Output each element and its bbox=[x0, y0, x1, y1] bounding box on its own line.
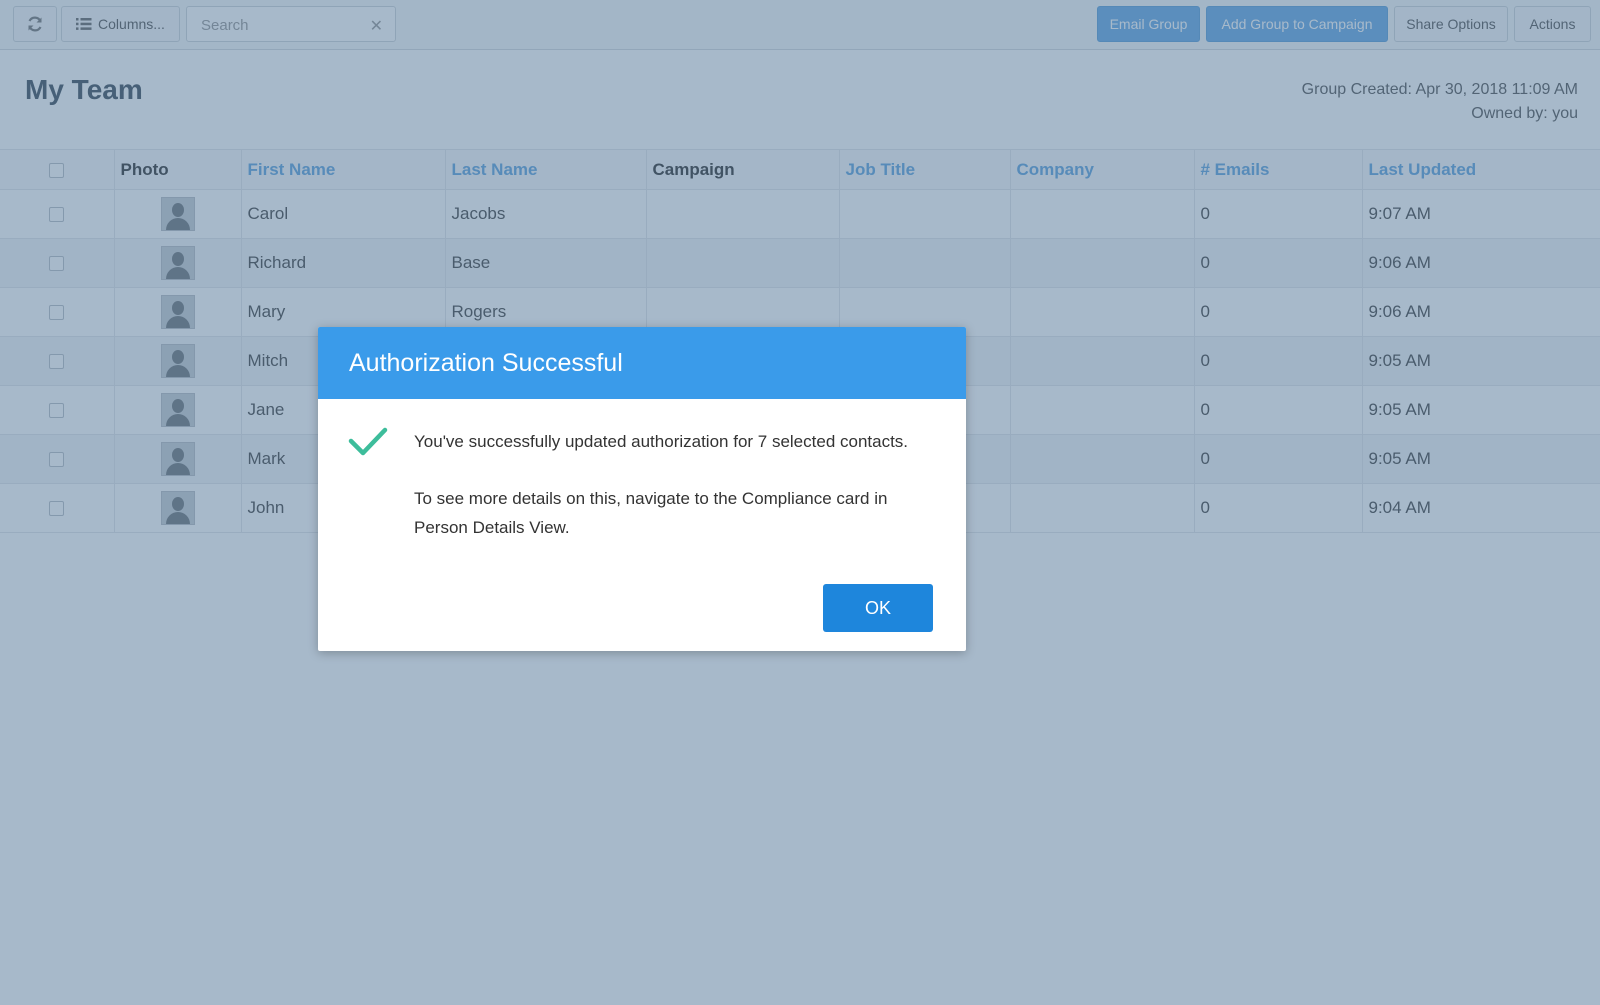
dialog-title: Authorization Successful bbox=[349, 348, 623, 377]
dialog-details: To see more details on this, navigate to… bbox=[414, 489, 888, 537]
dialog-message: You've successfully updated authorizatio… bbox=[414, 432, 909, 451]
dialog-header: Authorization Successful bbox=[318, 327, 966, 399]
checkmark-icon bbox=[348, 427, 388, 456]
authorization-dialog: Authorization Successful You've successf… bbox=[318, 327, 966, 651]
ok-button[interactable]: OK bbox=[823, 584, 933, 632]
